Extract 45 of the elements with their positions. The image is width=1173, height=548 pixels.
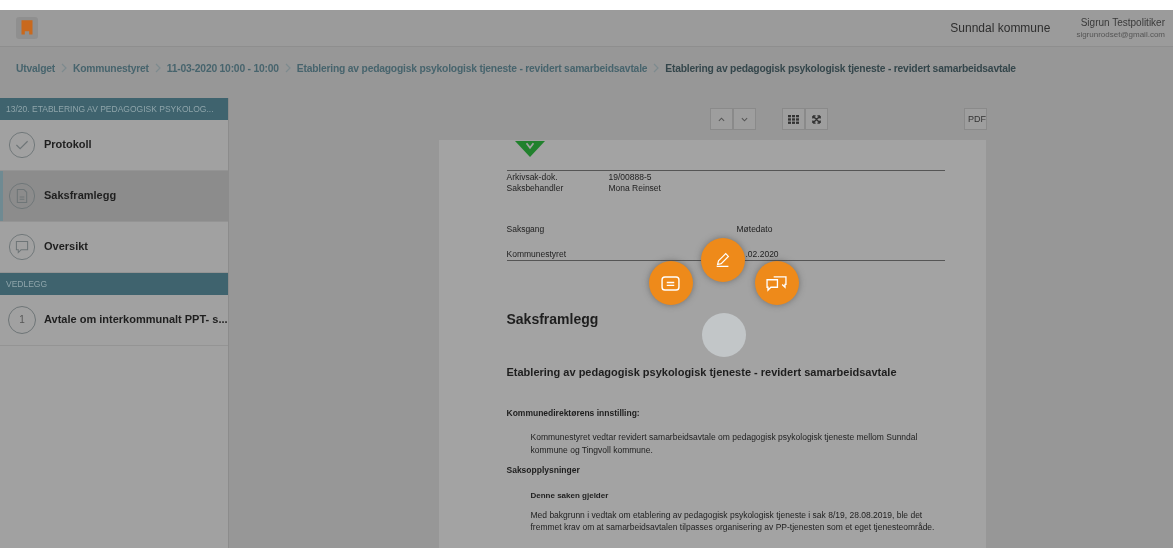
chevron-up-icon — [718, 116, 725, 122]
breadcrumb-link[interactable]: Etablering av pedagogisk psykologisk tjeneste - revidert samarbeidsavtale — [665, 62, 1016, 74]
section-heading: Saksopplysninger — [506, 465, 581, 476]
user-name: Sigrun Testpolitiker — [1080, 17, 1165, 28]
chevron-icon — [284, 63, 291, 73]
floating-action-button[interactable] — [701, 313, 746, 357]
grid-icon — [788, 114, 799, 124]
attachment-title: Avtale om interkommunalt PPT- s... — [44, 314, 228, 326]
message-icon — [661, 275, 680, 291]
column-label: Møtedato — [736, 224, 773, 235]
pdf-button[interactable]: PDF — [964, 108, 987, 130]
meta-value: 19/00888-5 — [608, 172, 652, 183]
expand-icon — [812, 114, 821, 124]
user-email: sigrunrodset@gmail.com — [1076, 30, 1165, 39]
pen-button[interactable] — [700, 238, 745, 282]
comments-icon — [766, 274, 787, 292]
document-subject: Etablering av pedagogisk psykologisk tjeneste - revidert samarbeidsavtale — [506, 365, 898, 380]
document-icon — [8, 182, 36, 210]
grid-view-button[interactable] — [782, 108, 805, 130]
comments-button[interactable] — [754, 261, 799, 305]
document-title: Saksframlegg — [506, 311, 599, 328]
chevron-icon — [653, 63, 660, 73]
meeting-date: .02.2020 — [745, 249, 779, 260]
organization-name: Sunndal kommune — [950, 21, 1051, 35]
meta-label: Arkivsak-dok. — [506, 172, 559, 183]
note-button[interactable] — [648, 261, 693, 305]
fullscreen-button[interactable] — [805, 108, 828, 130]
sidebar-item[interactable]: Saksframlegg — [0, 171, 228, 222]
chevron-down-icon — [741, 116, 748, 122]
section-heading: Kommunedirektørens innstilling: — [506, 408, 641, 419]
attachment-item[interactable]: 1 Avtale om interkommunalt PPT- s... — [0, 295, 228, 346]
recommendation-text: Kommunestyret vedtar revidert samarbeidsavtale om pedagogisk psykologisk tjeneste mellom Sunndal kommune og Tingvoll kommune. — [530, 431, 919, 457]
sidebar-heading: 13/20. ETABLERING AV PEDAGOGISK PSYKOLOG... — [0, 98, 228, 120]
subsection-heading: Denne saken gjelder — [530, 490, 610, 501]
attachments-heading: VEDLEGG — [0, 273, 228, 295]
meta-value: Mona Reinset — [608, 183, 661, 194]
chevron-icon — [154, 63, 161, 73]
column-label: Saksgang — [506, 224, 546, 235]
chevron-icon — [61, 63, 68, 73]
logo-icon — [16, 17, 38, 39]
chat-icon — [8, 233, 36, 261]
check-icon — [8, 131, 36, 159]
committee-name: Kommunestyret — [506, 249, 568, 260]
meta-label: Saksbehandler — [506, 183, 565, 194]
body-text: Med bakgrunn i vedtak om etablering av pedagogisk psykologisk tjeneste i sak 8/19, 28.08.2019, ble det fremmet krav om at samarbeidsavtalen tilpasses organisering av PP-tjenesten som et eget tjenesteområde. — [530, 510, 936, 533]
